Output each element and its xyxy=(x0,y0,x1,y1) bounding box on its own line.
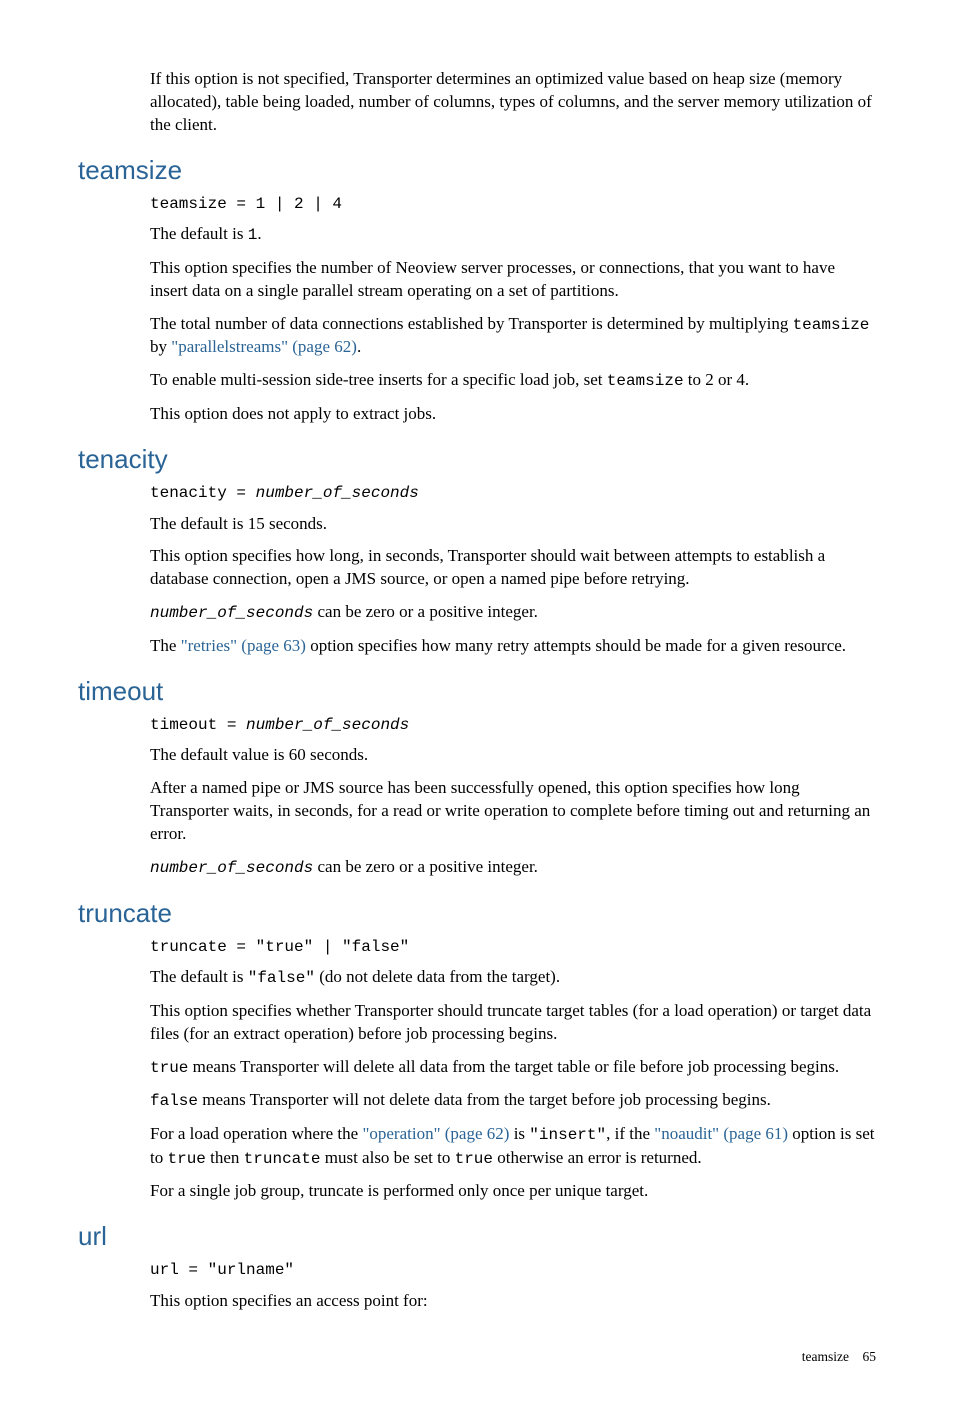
text: The total number of data connections est… xyxy=(150,314,793,333)
text: (do not delete data from the target). xyxy=(315,967,560,986)
text: , if the xyxy=(606,1124,654,1143)
code-text: timeout = xyxy=(150,716,246,734)
link-operation[interactable]: "operation" (page 62) xyxy=(362,1124,509,1143)
truncate-true: true means Transporter will delete all d… xyxy=(150,1056,876,1080)
text: is xyxy=(509,1124,529,1143)
code-italic: number_of_seconds xyxy=(246,716,409,734)
code-italic: number_of_seconds xyxy=(150,604,313,622)
text: by xyxy=(150,337,171,356)
syntax-truncate: truncate = "true" | "false" xyxy=(150,937,876,959)
section-url: url = "urlname" This option specifies an… xyxy=(150,1260,876,1313)
tenacity-default: The default is 15 seconds. xyxy=(150,513,876,536)
code-literal: true xyxy=(150,1059,188,1077)
section-tenacity: tenacity = number_of_seconds The default… xyxy=(150,483,876,658)
text: means Transporter will delete all data f… xyxy=(188,1057,839,1076)
text: must also be set to xyxy=(320,1148,454,1167)
teamsize-default: The default is 1. xyxy=(150,223,876,247)
text: To enable multi-session side-tree insert… xyxy=(150,370,607,389)
footer-page-number: 65 xyxy=(863,1349,877,1364)
code-literal: false xyxy=(150,1092,198,1110)
truncate-single: For a single job group, truncate is perf… xyxy=(150,1180,876,1203)
timeout-range: number_of_seconds can be zero or a posit… xyxy=(150,856,876,880)
code-literal: truncate xyxy=(244,1150,321,1168)
code-literal: true xyxy=(167,1150,205,1168)
code-literal: 1 xyxy=(248,226,258,244)
syntax-teamsize: teamsize = 1 | 2 | 4 xyxy=(150,194,876,216)
text: can be zero or a positive integer. xyxy=(313,857,538,876)
text: to 2 or 4. xyxy=(684,370,750,389)
truncate-load: For a load operation where the "operatio… xyxy=(150,1123,876,1170)
code-literal: "false" xyxy=(248,969,315,987)
syntax-tenacity: tenacity = number_of_seconds xyxy=(150,483,876,505)
heading-tenacity: tenacity xyxy=(78,444,876,475)
text: option specifies how many retry attempts… xyxy=(306,636,846,655)
intro-block: If this option is not specified, Transpo… xyxy=(150,68,876,137)
section-timeout: timeout = number_of_seconds The default … xyxy=(150,715,876,880)
teamsize-total: The total number of data connections est… xyxy=(150,313,876,360)
footer-section-label: teamsize xyxy=(802,1349,849,1364)
code-literal: teamsize xyxy=(793,316,870,334)
text: . xyxy=(257,224,261,243)
code-italic: number_of_seconds xyxy=(256,484,419,502)
link-noaudit[interactable]: "noaudit" (page 61) xyxy=(654,1124,788,1143)
code-literal: true xyxy=(455,1150,493,1168)
truncate-desc: This option specifies whether Transporte… xyxy=(150,1000,876,1046)
intro-paragraph: If this option is not specified, Transpo… xyxy=(150,68,876,137)
teamsize-multi: To enable multi-session side-tree insert… xyxy=(150,369,876,393)
page-footer: teamsize 65 xyxy=(78,1349,876,1365)
code-literal: "insert" xyxy=(529,1126,606,1144)
heading-teamsize: teamsize xyxy=(78,155,876,186)
tenacity-desc: This option specifies how long, in secon… xyxy=(150,545,876,591)
section-truncate: truncate = "true" | "false" The default … xyxy=(150,937,876,1203)
text: then xyxy=(206,1148,244,1167)
text: means Transporter will not delete data f… xyxy=(198,1090,771,1109)
text: The default is xyxy=(150,224,248,243)
heading-truncate: truncate xyxy=(78,898,876,929)
link-retries[interactable]: "retries" (page 63) xyxy=(181,636,306,655)
text: otherwise an error is returned. xyxy=(493,1148,702,1167)
heading-url: url xyxy=(78,1221,876,1252)
tenacity-retries: The "retries" (page 63) option specifies… xyxy=(150,635,876,658)
tenacity-range: number_of_seconds can be zero or a posit… xyxy=(150,601,876,625)
code-text: tenacity = xyxy=(150,484,256,502)
text: . xyxy=(357,337,361,356)
teamsize-noextract: This option does not apply to extract jo… xyxy=(150,403,876,426)
text: can be zero or a positive integer. xyxy=(313,602,538,621)
heading-timeout: timeout xyxy=(78,676,876,707)
code-italic: number_of_seconds xyxy=(150,859,313,877)
timeout-desc: After a named pipe or JMS source has bee… xyxy=(150,777,876,846)
truncate-default: The default is "false" (do not delete da… xyxy=(150,966,876,990)
text: The default is xyxy=(150,967,248,986)
timeout-default: The default value is 60 seconds. xyxy=(150,744,876,767)
document-page: If this option is not specified, Transpo… xyxy=(0,0,954,1405)
text: The xyxy=(150,636,181,655)
syntax-timeout: timeout = number_of_seconds xyxy=(150,715,876,737)
truncate-false: false means Transporter will not delete … xyxy=(150,1089,876,1113)
code-literal: teamsize xyxy=(607,372,684,390)
teamsize-desc: This option specifies the number of Neov… xyxy=(150,257,876,303)
url-desc: This option specifies an access point fo… xyxy=(150,1290,876,1313)
link-parallelstreams[interactable]: "parallelstreams" (page 62) xyxy=(171,337,357,356)
text: For a load operation where the xyxy=(150,1124,362,1143)
section-teamsize: teamsize = 1 | 2 | 4 The default is 1. T… xyxy=(150,194,876,426)
